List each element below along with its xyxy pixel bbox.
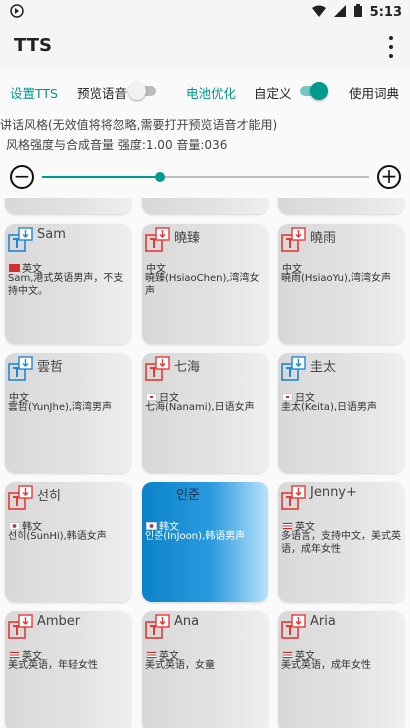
text-to-speech-icon [8, 227, 33, 252]
slider-fill [42, 176, 160, 178]
voice-description: 선히(SunHi),韩语女声 [8, 531, 107, 542]
voice-description: Sam,港式英语男声，不支持中文。 [8, 273, 124, 297]
voice-name: Amber [37, 614, 81, 629]
voice-name: Aria [310, 614, 336, 629]
voice-name: 曉臻 [174, 231, 201, 246]
voice-description: 圭太(Keita),日语男声 [281, 402, 378, 413]
voice-card[interactable]: 圭太 日文 圭太(Keita),日语男声 [278, 353, 404, 473]
text-to-speech-icon [281, 227, 306, 252]
jp-flag-icon [282, 393, 293, 401]
tab-custom[interactable]: 自定义 [254, 83, 292, 102]
voice-name: Ana [174, 614, 200, 629]
voice-description: 七海(Nanami),日语女声 [145, 402, 255, 413]
tab-preview-voice[interactable]: 预览语音 [77, 83, 127, 102]
voice-name: 曉雨 [310, 231, 337, 246]
us-flag-icon [9, 651, 20, 659]
voice-description: 美式英语，成年女性 [281, 660, 371, 671]
voice-card[interactable]: Aria 英文 美式英语，成年女性 [278, 611, 404, 728]
voice-card-partial[interactable] [142, 198, 268, 214]
voice-name: 선히 [37, 489, 61, 504]
text-to-speech-icon [145, 356, 170, 381]
voice-card[interactable]: 선히 韩文 선히(SunHi),韩语女声 [5, 482, 131, 602]
hk-flag-icon [9, 264, 20, 272]
wifi-icon [311, 5, 326, 20]
text-to-speech-icon [145, 614, 170, 639]
style-description: 讲话风格(无效值将将忽略,需要打开预览语音才能用) [0, 118, 278, 132]
us-flag-icon [146, 651, 157, 659]
voice-card[interactable]: Jenny+ 英文 多语言，支持中文，美式英语，成年女性 [278, 482, 404, 602]
voice-description: 雲哲(YunJhe),湾湾男声 [8, 402, 113, 413]
slider-thumb[interactable] [154, 172, 165, 182]
app-title: TTS [14, 35, 52, 56]
voice-card[interactable]: Amber 英文 美式英语，年轻女性 [5, 611, 131, 728]
voice-description: 인준(InJoon),韩语男声 [145, 531, 246, 542]
voice-name: Sam [37, 227, 66, 242]
us-flag-icon [282, 522, 293, 530]
style-strength-volume: 风格强度与合成音量 强度:1.00 音量:036 [6, 138, 228, 152]
voice-name: 七海 [174, 360, 201, 375]
battery-icon [353, 4, 362, 20]
voice-description: 多语言，支持中文，美式英语，成年女性 [281, 531, 401, 555]
custom-toggle[interactable] [298, 82, 328, 100]
overflow-menu-icon[interactable] [384, 36, 398, 58]
voice-card[interactable]: 七海 日文 七海(Nanami),日语女声 [142, 353, 268, 473]
text-to-speech-icon [8, 485, 33, 510]
kr-flag-icon [146, 522, 157, 530]
tab-setup-tts[interactable]: 设置TTS [10, 83, 58, 102]
voice-description: 曉雨(HsiaoYu),湾湾女声 [281, 273, 392, 284]
voice-card[interactable]: Ana 英文 美式英语，女童 [142, 611, 268, 728]
text-to-speech-icon [145, 227, 170, 252]
tab-battery-optimize[interactable]: 电池优化 [186, 83, 236, 102]
voice-description: 美式英语，女童 [145, 660, 215, 671]
voice-name: 圭太 [310, 360, 337, 375]
voice-name: 인준 [176, 488, 200, 503]
jp-flag-icon [146, 393, 157, 401]
voice-description: 曉臻(HsiaoChen),湾湾女声 [145, 273, 260, 297]
voice-name: 雲哲 [37, 360, 64, 375]
text-to-speech-icon [281, 614, 306, 639]
text-to-speech-icon [8, 614, 33, 639]
us-flag-icon [282, 651, 293, 659]
voice-description: 美式英语，年轻女性 [8, 660, 98, 671]
voice-card[interactable]: 雲哲 中文 雲哲(YunJhe),湾湾男声 [5, 353, 131, 473]
app-bar: TTS [0, 24, 410, 70]
voice-card-partial[interactable] [5, 198, 131, 214]
signal-icon [333, 4, 346, 20]
voice-card-partial[interactable] [278, 198, 404, 214]
decrease-button[interactable]: − [10, 165, 34, 189]
voice-grid: Sam 英文 Sam,港式英语男声，不支持中文。 曉臻 中文 曉臻(HsiaoChen),… [0, 198, 410, 728]
voice-card[interactable]: Sam 英文 Sam,港式英语男声，不支持中文。 [5, 224, 131, 344]
status-bar: 5:13 [0, 0, 410, 24]
voice-card[interactable]: 曉雨 中文 曉雨(HsiaoYu),湾湾女声 [278, 224, 404, 344]
notification-icon [10, 4, 24, 21]
text-to-speech-icon [281, 356, 306, 381]
style-slider-row: − + [0, 162, 410, 192]
status-time: 5:13 [369, 4, 402, 20]
tab-use-dictionary[interactable]: 使用词典 [349, 83, 399, 102]
text-to-speech-icon [281, 485, 306, 510]
increase-button[interactable]: + [377, 165, 401, 189]
kr-flag-icon [9, 522, 20, 530]
voice-card[interactable]: 曉臻 中文 曉臻(HsiaoChen),湾湾女声 [142, 224, 268, 344]
style-slider[interactable] [42, 172, 369, 182]
voice-card[interactable]: 인준 韩文 인준(InJoon),韩语男声 [142, 482, 268, 602]
text-to-speech-icon [8, 356, 33, 381]
tab-bar: 设置TTS 预览语音 电池优化 自定义 使用词典 [0, 74, 410, 108]
voice-name: Jenny+ [310, 485, 357, 500]
preview-voice-toggle[interactable] [128, 82, 158, 100]
